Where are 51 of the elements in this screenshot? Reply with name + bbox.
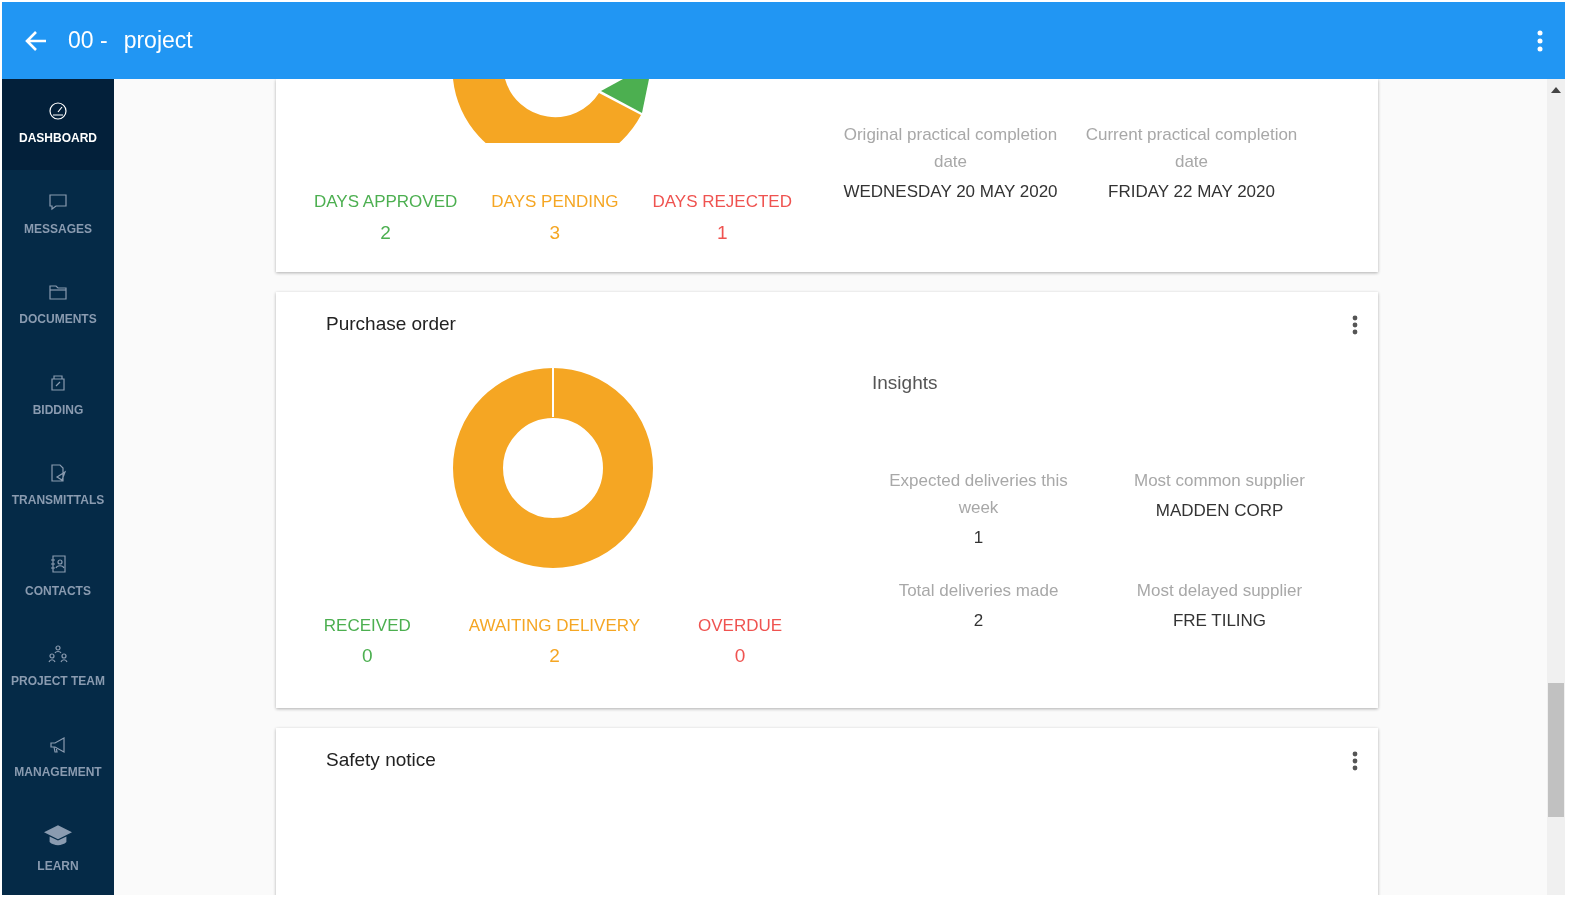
clipboard-icon	[48, 372, 68, 393]
stat-value: 1	[715, 220, 729, 245]
stat-label: OVERDUE	[698, 614, 783, 637]
stat-value: 2	[379, 220, 392, 245]
folder-icon	[48, 282, 68, 303]
insight-label: Most common supplier	[1133, 470, 1306, 492]
megaphone-icon	[48, 734, 68, 755]
project-number: 00 -	[68, 26, 108, 56]
insight-value: MADDEN CORP	[1154, 500, 1285, 522]
back-arrow-icon[interactable]	[24, 29, 48, 52]
insight-value: 2	[972, 609, 985, 632]
project-title: project	[123, 26, 193, 56]
sidebar-item[interactable]: PROJECT TEAM	[2, 622, 114, 713]
insight-label: Expected deliveries this week	[888, 470, 1069, 519]
sidebar-item[interactable]: MANAGEMENT	[2, 712, 114, 803]
scrollbar-thumb[interactable]	[1548, 683, 1564, 817]
insight-label: Total deliveries made	[897, 579, 1060, 602]
insight-label: Original practical completion date	[842, 124, 1059, 173]
sidebar-item[interactable]: BIDDING	[2, 350, 114, 441]
sidebar-item[interactable]: TRANSMITTALS	[2, 441, 114, 532]
card-title: Purchase order	[326, 312, 456, 336]
insight-value: 1	[972, 527, 985, 549]
chat-bubble-icon	[48, 191, 68, 212]
stat-label: DAYS REJECTED	[652, 191, 792, 213]
stat-label: DAYS PENDING	[491, 191, 619, 213]
insight-value: FRIDAY 22 MAY 2020	[1107, 181, 1276, 203]
stat-label: AWAITING DELIVERY	[468, 614, 641, 637]
scroll-up-icon[interactable]	[1551, 87, 1561, 93]
sidebar-item[interactable]: CONTACTS	[2, 531, 114, 622]
gauge-icon	[48, 101, 68, 122]
sidebar-item[interactable]: LEARN	[2, 803, 114, 894]
card-title: Safety notice	[326, 748, 436, 772]
stat-value: 2	[548, 644, 561, 668]
stat-value: 0	[361, 644, 374, 668]
stat-value: 3	[548, 220, 562, 245]
stat-value: 0	[733, 644, 747, 668]
stat-label: RECEIVED	[323, 614, 411, 637]
people-icon	[48, 644, 68, 665]
contact-book-icon	[48, 553, 68, 574]
stat-label: DAYS APPROVED	[314, 191, 458, 213]
document-send-icon	[48, 463, 68, 484]
insight-value: WEDNESDAY 20 MAY 2020	[842, 181, 1059, 203]
sidebar-item[interactable]: DASHBOARD	[2, 79, 114, 170]
insight-label: Most delayed supplier	[1135, 579, 1304, 602]
insights-heading: Insights	[872, 370, 939, 395]
scrollbar[interactable]	[1547, 79, 1565, 895]
more-options-icon[interactable]	[1537, 29, 1543, 52]
insight-label: Current practical completion date	[1084, 124, 1299, 173]
sidebar-item[interactable]: MESSAGES	[2, 169, 114, 260]
sidebar-item[interactable]: DOCUMENTS	[2, 260, 114, 351]
insight-value: FRE TILING	[1171, 609, 1268, 632]
